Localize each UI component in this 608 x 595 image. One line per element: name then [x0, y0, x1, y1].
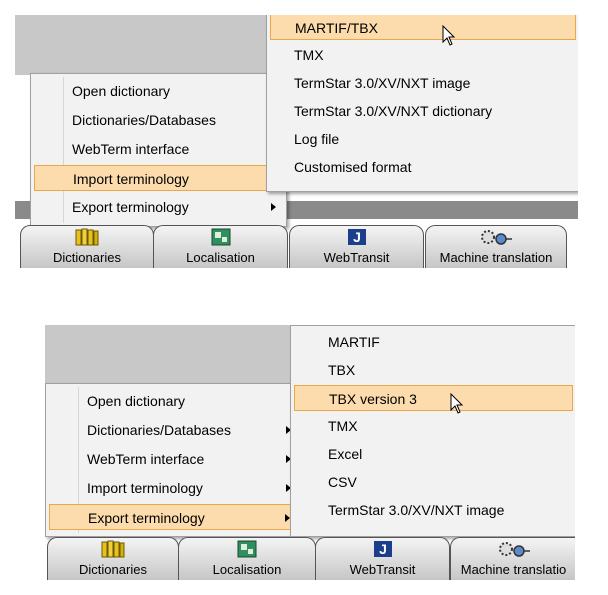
menu-item-export-terminology[interactable]: Export terminology — [49, 504, 298, 530]
svg-text:J: J — [353, 229, 361, 245]
submenu-item-termstar-image[interactable]: TermStar 3.0/XV/NXT image — [294, 497, 573, 523]
submenu-item-customised-format[interactable]: Customised format — [270, 154, 576, 180]
module-tab-bar: Dictionaries Localisation J WebTransit M… — [15, 225, 578, 269]
submenu-item-csv[interactable]: CSV — [294, 469, 573, 495]
gears-icon — [498, 542, 530, 557]
submenu-item-log-file[interactable]: Log file — [270, 126, 576, 152]
submenu-item-martif-tbx[interactable]: MARTIF/TBX — [270, 15, 576, 40]
screenshot-export-terminology: Open dictionary Dictionaries/Databases W… — [45, 325, 575, 583]
menu-item-open-dictionary[interactable]: Open dictionary — [34, 78, 283, 104]
submenu-item-tmx[interactable]: TMX — [294, 413, 573, 439]
tab-machine-translation[interactable]: Machine translation — [425, 225, 567, 268]
import-submenu: MARTIF/TBX TMX TermStar 3.0/XV/NXT image… — [266, 15, 578, 192]
module-tab-bar: Dictionaries Localisation J WebTransit M… — [45, 537, 575, 581]
menu-item-import-terminology[interactable]: Import terminology — [49, 475, 298, 501]
export-submenu: MARTIF TBX TBX version 3 TMX Excel CSV T… — [290, 325, 575, 537]
tab-dictionaries[interactable]: Dictionaries — [20, 225, 154, 268]
submenu-item-tbx[interactable]: TBX — [294, 357, 573, 383]
tab-dictionaries[interactable]: Dictionaries — [47, 537, 179, 580]
context-menu: Open dictionary Dictionaries/Databases W… — [30, 73, 287, 227]
localisation-icon — [237, 540, 257, 558]
submenu-item-tmx[interactable]: TMX — [270, 42, 576, 68]
menu-item-dictionaries-databases[interactable]: Dictionaries/Databases — [49, 417, 298, 443]
menu-item-import-terminology[interactable]: Import terminology — [34, 165, 283, 191]
j-letter-icon: J — [347, 229, 366, 245]
context-menu: Open dictionary Dictionaries/Databases W… — [45, 383, 302, 537]
menu-item-open-dictionary[interactable]: Open dictionary — [49, 388, 298, 414]
tab-localisation[interactable]: Localisation — [178, 537, 316, 580]
screenshot-import-terminology: Open dictionary Dictionaries/Databases W… — [15, 15, 578, 270]
mouse-pointer-icon — [442, 25, 456, 46]
svg-text:J: J — [379, 541, 387, 557]
gears-icon — [481, 230, 512, 245]
menu-item-webterm-interface[interactable]: WebTerm interface — [49, 446, 298, 472]
submenu-item-termstar-image[interactable]: TermStar 3.0/XV/NXT image — [270, 70, 576, 96]
submenu-item-excel[interactable]: Excel — [294, 441, 573, 467]
submenu-item-martif[interactable]: MARTIF — [294, 329, 573, 355]
mouse-pointer-icon — [450, 393, 464, 414]
menu-item-export-terminology[interactable]: Export terminology — [34, 194, 283, 220]
submenu-arrow-icon — [271, 203, 276, 211]
j-letter-icon: J — [373, 541, 392, 557]
menu-item-webterm-interface[interactable]: WebTerm interface — [34, 136, 283, 162]
tab-webtransit[interactable]: J WebTransit — [315, 537, 450, 580]
tab-machine-translation[interactable]: Machine translatio — [450, 537, 575, 580]
tab-localisation[interactable]: Localisation — [153, 225, 288, 268]
books-icon — [101, 540, 125, 558]
submenu-item-tbx-version-3[interactable]: TBX version 3 — [294, 385, 573, 411]
books-icon — [75, 228, 99, 246]
localisation-icon — [211, 228, 230, 246]
tab-webtransit[interactable]: J WebTransit — [289, 225, 424, 268]
submenu-item-termstar-dictionary[interactable]: TermStar 3.0/XV/NXT dictionary — [270, 98, 576, 124]
menu-item-dictionaries-databases[interactable]: Dictionaries/Databases — [34, 107, 283, 133]
